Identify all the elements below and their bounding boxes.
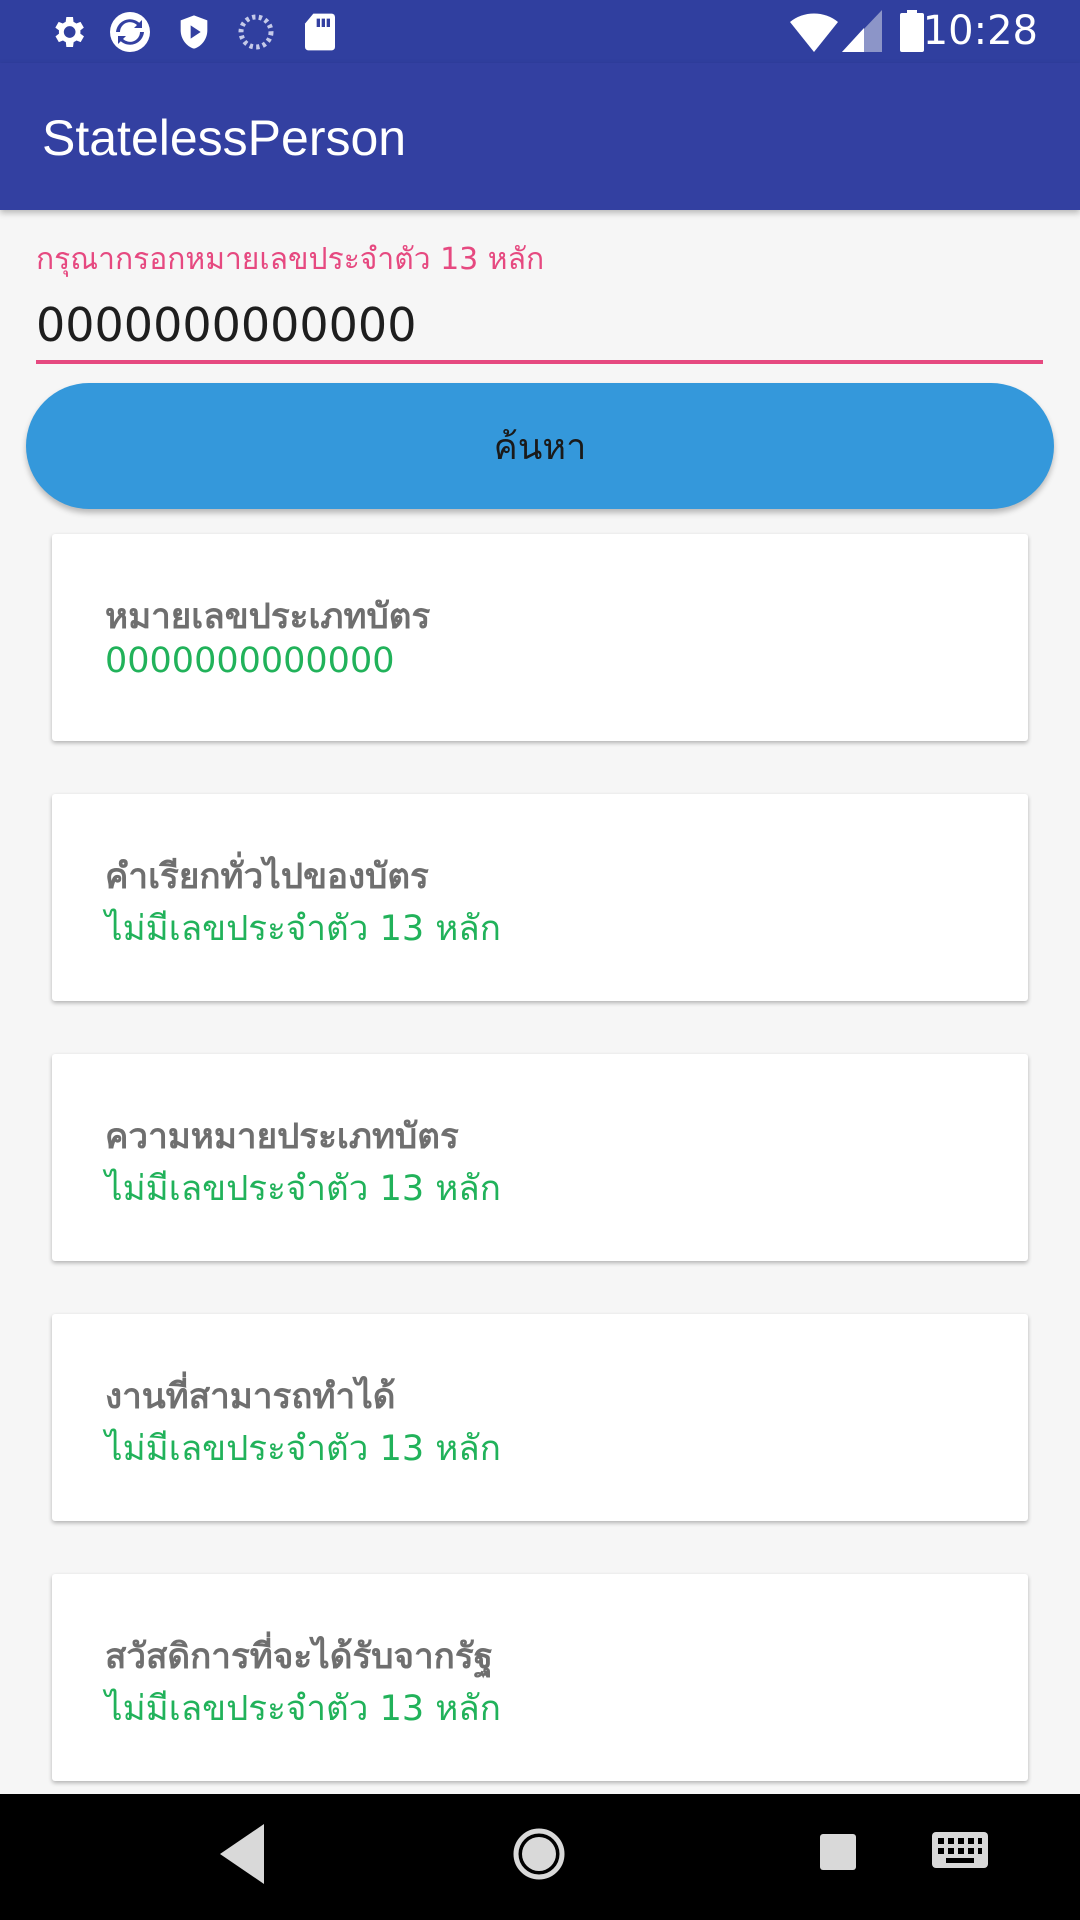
card-value: ไม่มีเลขประจำตัว 13 หลัก <box>105 1689 501 1729</box>
card-common-name: คำเรียกทั่วไปของบัตร ไม่มีเลขประจำตัว 13… <box>52 794 1028 1001</box>
card-title: ความหมายประเภทบัตร <box>105 1117 459 1157</box>
home-icon[interactable] <box>512 1822 566 1890</box>
input-underline <box>36 360 1043 364</box>
settings-icon <box>48 12 88 56</box>
loading-icon <box>236 12 276 56</box>
app-title: StatelessPerson <box>42 110 407 166</box>
card-value: 0000000000000 <box>105 641 395 681</box>
status-bar: 10:28 <box>0 0 1080 63</box>
battery-icon <box>900 10 924 56</box>
card-state-welfare: สวัสดิการที่จะได้รับจากรัฐ ไม่มีเลขประจำ… <box>52 1574 1028 1781</box>
search-button[interactable]: ค้นหา <box>26 383 1054 509</box>
card-card-type-number: หมายเลขประเภทบัตร 0000000000000 <box>52 534 1028 741</box>
wifi-icon <box>790 10 838 56</box>
card-title: หมายเลขประเภทบัตร <box>105 597 431 637</box>
card-value: ไม่มีเลขประจำตัว 13 หลัก <box>105 1169 501 1209</box>
card-title: คำเรียกทั่วไปของบัตร <box>105 857 429 897</box>
sync-app-icon <box>106 8 154 60</box>
id-number-input[interactable] <box>36 292 1042 358</box>
back-icon[interactable] <box>220 1824 264 1888</box>
card-title: สวัสดิการที่จะได้รับจากรัฐ <box>105 1637 493 1677</box>
navigation-bar <box>0 1794 1080 1920</box>
recents-icon[interactable] <box>820 1834 856 1874</box>
app-bar: StatelessPerson <box>0 63 1080 210</box>
keyboard-icon[interactable] <box>932 1832 988 1876</box>
card-value: ไม่มีเลขประจำตัว 13 หลัก <box>105 909 501 949</box>
card-value: ไม่มีเลขประจำตัว 13 หลัก <box>105 1429 501 1469</box>
card-allowed-jobs: งานที่สามารถทำได้ ไม่มีเลขประจำตัว 13 หล… <box>52 1314 1028 1521</box>
shield-play-icon <box>174 12 214 56</box>
card-card-type-meaning: ความหมายประเภทบัตร ไม่มีเลขประจำตัว 13 ห… <box>52 1054 1028 1261</box>
id-field-label: กรุณากรอกหมายเลขประจำตัว 13 หลัก <box>36 242 545 277</box>
clock: 10:28 <box>922 8 1038 54</box>
card-title: งานที่สามารถทำได้ <box>105 1377 396 1417</box>
sd-card-icon <box>302 12 338 56</box>
signal-icon <box>842 10 882 56</box>
